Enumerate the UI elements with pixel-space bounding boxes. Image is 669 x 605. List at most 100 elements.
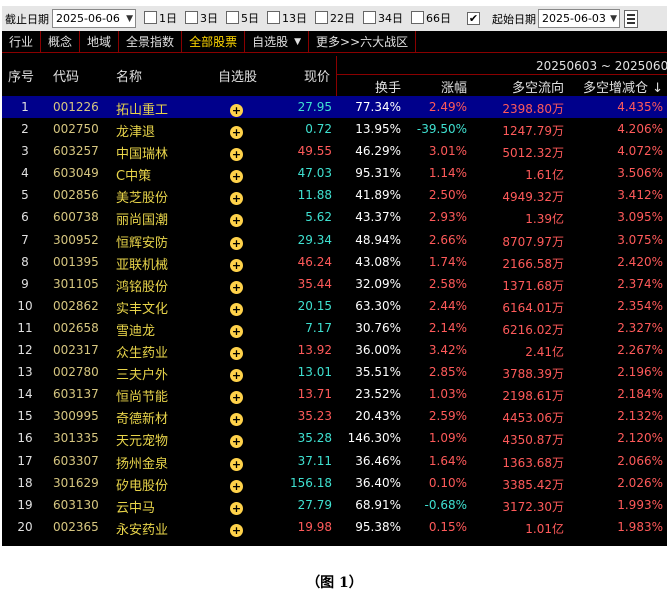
- add-watchlist-button[interactable]: +: [230, 122, 246, 140]
- col-flow[interactable]: 多空流向: [472, 77, 564, 96]
- chevron-down-icon: ▼: [610, 13, 617, 24]
- row-name: 天元宠物: [116, 434, 169, 450]
- add-watchlist-button[interactable]: +: [230, 166, 246, 184]
- table-row[interactable]: 18 301629 矽电股份 156.18 36.40% 0.10% 3385.42万 2.0…: [2, 472, 667, 494]
- add-watchlist-button[interactable]: +: [230, 476, 246, 493]
- row-price: 0.72: [305, 122, 332, 137]
- table-row[interactable]: 10 002862 实丰文化 20.15 63.30% 2.44% 6164.01万 2.35…: [2, 295, 667, 317]
- table-row[interactable]: 14 603137 恒尚节能 13.71 23.52% 1.03% 2198.61万 2.18…: [2, 383, 667, 405]
- table-row[interactable]: 16 301335 天元宠物 35.28 146.30% 1.09% 4350.87万 2.1…: [2, 427, 667, 449]
- tab-item[interactable]: 全部股票: [182, 31, 246, 52]
- row-turnover: 43.37%: [355, 210, 401, 225]
- row-position-change: 3.095%: [617, 210, 663, 225]
- add-watchlist-button[interactable]: +: [230, 277, 246, 294]
- figure-caption: （图 1）: [306, 575, 363, 591]
- add-watchlist-button[interactable]: +: [230, 255, 246, 272]
- add-watchlist-button[interactable]: +: [230, 188, 246, 206]
- row-name: 龙津退: [116, 125, 156, 141]
- period-checkbox[interactable]: 34日: [363, 10, 403, 26]
- add-watchlist-button[interactable]: +: [230, 299, 246, 316]
- table-row[interactable]: 1 001226 拓山重工 27.95 77.34% 2.49% 2398.80万 4.435…: [2, 96, 667, 119]
- add-watchlist-button[interactable]: +: [230, 144, 246, 162]
- add-watchlist-button[interactable]: +: [230, 233, 246, 250]
- table-row[interactable]: 13 002780 三夫户外 13.01 35.51% 2.85% 3788.39万 2.19…: [2, 361, 667, 383]
- table-row[interactable]: 12 002317 众生药业 13.92 36.00% 3.42% 2.41亿 2.267% +: [2, 339, 667, 361]
- row-change: 1.03%: [428, 387, 467, 402]
- row-position-change: 2.026%: [617, 475, 663, 490]
- row-turnover: 20.43%: [355, 409, 401, 424]
- row-change: 2.85%: [428, 365, 467, 380]
- table-row[interactable]: 15 300995 奇德新材 35.23 20.43% 2.59% 4453.06万 2.13…: [2, 405, 667, 427]
- row-code: 002365: [53, 519, 99, 534]
- table-row[interactable]: 3 603257 中国瑞林 49.55 46.29% 3.01% 5012.32万 4.072…: [2, 140, 667, 162]
- tab-item[interactable]: 行业: [2, 31, 42, 52]
- tab-item[interactable]: 自选股 ▼: [245, 31, 310, 52]
- table-row[interactable]: 8 001395 亚联机械 46.24 43.08% 1.74% 2166.58万 2.420…: [2, 251, 667, 273]
- table-row[interactable]: 11 002658 雪迪龙 7.17 30.76% 2.14% 6216.02万 2.327%…: [2, 317, 667, 339]
- add-watchlist-button[interactable]: +: [230, 454, 246, 471]
- table-row[interactable]: 7 300952 恒辉安防 29.34 48.94% 2.66% 8707.97万 3.075…: [2, 229, 667, 251]
- row-name: 恒辉安防: [116, 235, 169, 251]
- add-watchlist-button[interactable]: +: [230, 431, 246, 449]
- row-code: 001226: [53, 100, 99, 114]
- add-watchlist-button[interactable]: +: [230, 498, 246, 515]
- col-price[interactable]: 现价: [304, 66, 330, 85]
- row-code: 603307: [53, 453, 99, 468]
- add-watchlist-button[interactable]: +: [230, 520, 246, 537]
- table-row[interactable]: 19 603130 云中马 27.79 68.91% -0.68% 3172.30万 1.99…: [2, 494, 667, 516]
- tab-item[interactable]: 地域: [80, 31, 120, 52]
- col-watchlist[interactable]: 自选股: [218, 66, 257, 85]
- table-header: 序号 代码 名称 自选股 现价 20250603 ~ 20250606 换手 涨…: [2, 53, 669, 96]
- period-checkbox[interactable]: 13日: [267, 10, 307, 26]
- period-checkbox[interactable]: 22日: [315, 10, 355, 26]
- row-flow: 8707.97万: [502, 234, 564, 249]
- row-flow: 2198.61万: [502, 389, 564, 404]
- add-watchlist-button[interactable]: +: [230, 409, 246, 427]
- period-checkbox[interactable]: 5日: [226, 10, 259, 26]
- end-date-picker[interactable]: 2025-06-06 ▼: [52, 9, 136, 28]
- col-position-change[interactable]: 多空增减仓 ↓: [568, 77, 663, 96]
- col-code[interactable]: 代码: [53, 66, 79, 85]
- row-code: 603130: [53, 497, 99, 512]
- row-name: 扬州金泉: [116, 456, 169, 472]
- row-position-change: 4.206%: [617, 122, 663, 137]
- row-index: 18: [17, 475, 33, 490]
- menu-icon[interactable]: [624, 9, 638, 28]
- row-price: 11.88: [297, 188, 332, 203]
- col-name[interactable]: 名称: [116, 66, 142, 85]
- row-turnover: 23.52%: [355, 387, 401, 402]
- row-index: 14: [17, 387, 33, 402]
- row-code: 002658: [53, 320, 99, 335]
- tab-item[interactable]: 全景指数: [119, 31, 183, 52]
- add-watchlist-button[interactable]: +: [230, 343, 246, 361]
- tab-item[interactable]: 更多>>六大战区: [309, 31, 417, 52]
- row-name: C中策: [116, 169, 152, 185]
- plus-circle-icon: +: [230, 258, 243, 272]
- table-row[interactable]: 2 002750 龙津退 0.72 13.95% -39.50% 1247.79万 4.206…: [2, 118, 667, 140]
- start-date-picker[interactable]: 2025-06-03 ▼: [538, 9, 620, 28]
- table-row[interactable]: 17 603307 扬州金泉 37.11 36.46% 1.64% 1363.68万 2.06…: [2, 450, 667, 472]
- add-watchlist-button[interactable]: +: [230, 321, 246, 338]
- period-checkbox[interactable]: 66日: [411, 10, 451, 26]
- row-change: 1.09%: [428, 431, 467, 446]
- col-change[interactable]: 涨幅: [404, 77, 467, 96]
- col-turnover[interactable]: 换手: [340, 77, 401, 96]
- table-row[interactable]: 20 002365 永安药业 19.98 95.38% 0.15% 1.01亿 1.983% +: [2, 516, 667, 538]
- add-watchlist-button[interactable]: +: [230, 387, 246, 405]
- row-index: 13: [17, 365, 33, 380]
- table-row[interactable]: 4 603049 C中策 47.03 95.31% 1.14% 1.61亿 3.506% +: [2, 162, 667, 184]
- table-row[interactable]: 5 002856 美芝股份 11.88 41.89% 2.50% 4949.32万 3.412…: [2, 184, 667, 206]
- add-watchlist-button[interactable]: +: [230, 210, 246, 228]
- table-row[interactable]: 9 301105 鸿铭股份 35.44 32.09% 2.58% 1371.68万 2.374…: [2, 273, 667, 295]
- period-checkbox[interactable]: 3日: [185, 10, 218, 26]
- plus-circle-icon: +: [230, 192, 243, 206]
- start-date-checkbox[interactable]: ✔: [467, 12, 482, 25]
- period-checkbox[interactable]: 1日: [144, 10, 177, 26]
- col-index[interactable]: 序号: [8, 66, 34, 85]
- table-row[interactable]: 6 600738 丽尚国潮 5.62 43.37% 2.93% 1.39亿 3.095% +: [2, 206, 667, 228]
- row-code: 603257: [53, 144, 99, 159]
- row-code: 002780: [53, 365, 99, 380]
- add-watchlist-button[interactable]: +: [230, 100, 246, 117]
- add-watchlist-button[interactable]: +: [230, 365, 246, 383]
- tab-item[interactable]: 概念: [41, 31, 81, 52]
